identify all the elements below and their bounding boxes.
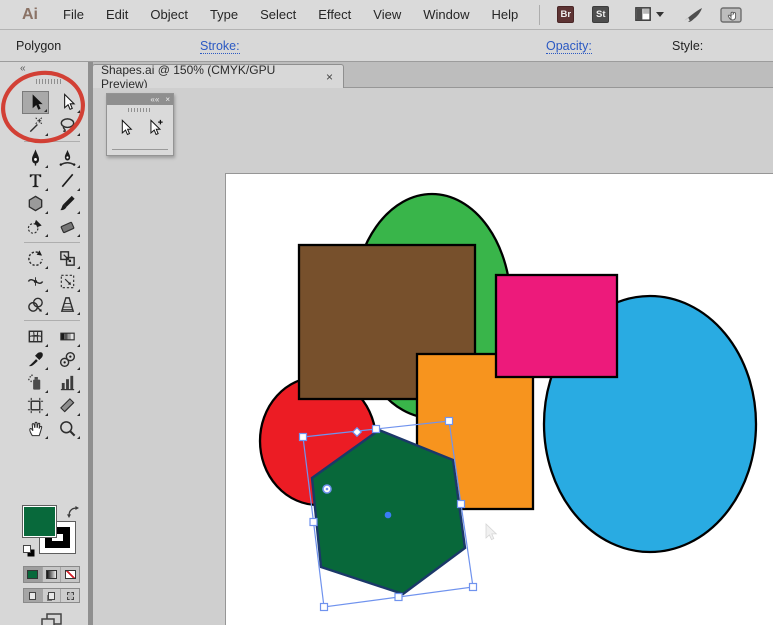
group-selection-tool[interactable] bbox=[144, 117, 166, 139]
direct-selection-icon bbox=[121, 119, 133, 136]
selection-handle[interactable] bbox=[468, 582, 478, 592]
panel-close-icon[interactable]: × bbox=[165, 95, 170, 105]
selection-center-point[interactable] bbox=[384, 511, 392, 519]
direct-selection-tool[interactable] bbox=[114, 117, 136, 139]
selection-handle[interactable] bbox=[456, 499, 466, 509]
selection-handle[interactable] bbox=[444, 416, 454, 426]
ghost-cursor-icon bbox=[485, 523, 498, 541]
panel-titlebar[interactable]: «« × bbox=[107, 94, 173, 105]
selection-handle[interactable] bbox=[319, 602, 329, 612]
panel-separator bbox=[112, 149, 168, 150]
panel-collapse-icon[interactable]: «« bbox=[150, 95, 159, 105]
group-selection-icon bbox=[150, 119, 163, 136]
selection-tools-panel[interactable]: «« × bbox=[106, 93, 174, 156]
panel-grip[interactable] bbox=[128, 108, 152, 112]
selection-handle[interactable] bbox=[298, 432, 308, 442]
fill-color-proxy[interactable] bbox=[22, 505, 57, 538]
selection-handle[interactable] bbox=[371, 424, 381, 434]
live-corner-widget-dot bbox=[325, 487, 329, 491]
annotation-circle bbox=[1, 70, 85, 144]
illustrator-window: Ai File Edit Object Type Select Effect View Win… bbox=[0, 0, 773, 625]
pink-rectangle[interactable] bbox=[494, 273, 619, 379]
selection-handle[interactable] bbox=[309, 517, 318, 527]
selection-handle[interactable] bbox=[394, 592, 403, 602]
